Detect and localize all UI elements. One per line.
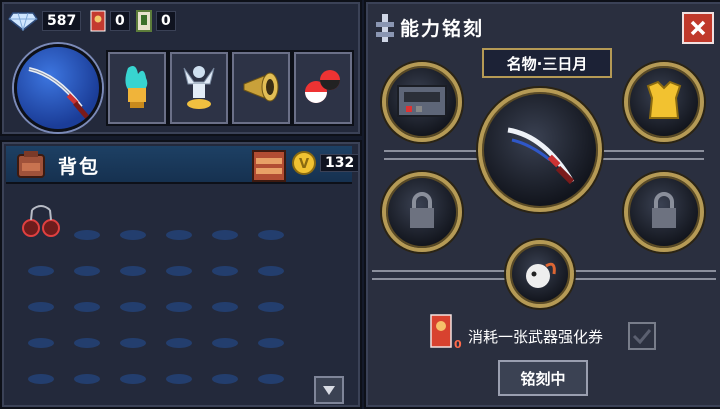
skill-slot-2[interactable] [168,50,230,126]
engrave-button[interactable]: 铭刻中 [498,360,588,396]
white-ticket-counter: 0 [136,10,176,32]
inventory-slot[interactable] [212,338,238,348]
center-weapon-orb[interactable] [478,88,602,212]
katana-icon [507,127,575,185]
rune-slot-bottom[interactable] [506,240,574,308]
rune-slot-locked-left [382,172,462,252]
katana-icon [28,67,89,119]
inventory-slot[interactable] [212,374,238,384]
engrave-panel: 能力铭刻 名物·三日月 0 消耗一张武器强化券 铭刻中 [364,0,720,409]
consume-label: 消耗一张武器强化券 [468,328,604,346]
inventory-slot[interactable] [166,302,192,312]
coin-counter: V 132 [292,151,360,175]
inventory-slot[interactable] [258,338,284,348]
trophy-figure-icon [183,66,215,109]
inventory-slot[interactable] [166,266,192,276]
inventory-slot[interactable] [166,374,192,384]
consume-checkbox[interactable] [628,322,656,350]
inventory-slot[interactable] [120,266,146,276]
capsule-icon [305,70,340,103]
rune-slot-top-right[interactable] [624,62,704,142]
inventory-slot[interactable] [212,266,238,276]
lock-icon [410,192,434,228]
engrave-tool-icon [376,14,394,42]
inventory-slot[interactable] [28,338,54,348]
diamond-icon [8,12,38,31]
inventory-slot[interactable] [258,374,284,384]
lock-icon [652,192,676,228]
inventory-slot[interactable] [74,230,100,240]
coupon-count: 0 [454,338,462,351]
inventory-slot[interactable] [28,374,54,384]
red-ticket-icon [90,10,106,32]
horn-icon [243,72,279,102]
close-icon [690,20,706,36]
inventory-slot[interactable] [74,266,100,276]
inventory-slot[interactable] [28,266,54,276]
chest-icon [256,158,282,174]
backpack-panel: 背包 V 132 [0,140,362,409]
rune-slot-locked-right [624,172,704,252]
equipped-weapon-slot[interactable] [14,44,102,132]
gem-count: 587 [42,11,82,31]
blue-flame-fist-icon [125,66,148,108]
coin-count: 132 [320,154,360,172]
red-ticket-count: 0 [110,11,130,31]
inventory-slot[interactable] [166,230,192,240]
inventory-slot[interactable] [120,338,146,348]
backpack-header: 背包 V 132 [6,146,360,184]
spiked-flail-icon[interactable] [22,204,60,240]
inventory-slot[interactable] [74,338,100,348]
scroll-down-button[interactable] [314,376,344,404]
inventory-slot[interactable] [212,230,238,240]
inventory-slot[interactable] [166,338,192,348]
white-ticket-count: 0 [156,11,176,31]
check-icon [632,329,652,345]
scroll-icon [136,10,152,32]
engrave-title: 能力铭刻 [400,18,485,40]
skill-slot-3[interactable] [230,50,292,126]
weapon-coupon-icon [430,314,452,348]
backpack-icon [17,151,45,178]
inventory-slot[interactable] [258,266,284,276]
inventory-slot[interactable] [74,374,100,384]
red-ticket-counter: 0 [90,10,130,32]
inventory-slot[interactable] [212,302,238,312]
inventory-slot[interactable] [120,302,146,312]
inventory-slot[interactable] [258,230,284,240]
rune-slot-top-left[interactable] [382,62,462,142]
weapon-name-label: 名物·三日月 [482,48,612,78]
mechanical-box-icon [397,85,447,117]
golden-armor-icon [646,80,682,119]
arrow-down-icon [323,386,335,395]
skill-slot-4[interactable] [292,50,354,126]
inventory-slot[interactable] [258,302,284,312]
shop-button[interactable] [252,150,286,182]
equipment-bar: 587 0 0 [0,0,362,136]
close-button[interactable] [682,12,714,44]
white-beast-icon [526,262,556,288]
skill-slot-1[interactable] [106,50,168,126]
inventory-slot[interactable] [120,374,146,384]
inventory-slot[interactable] [28,302,54,312]
gem-counter: 587 [8,10,82,32]
coin-icon: V [292,151,316,175]
inventory-slot[interactable] [120,230,146,240]
svg-text:V: V [299,157,309,172]
inventory-slot[interactable] [74,302,100,312]
backpack-title: 背包 [58,156,101,178]
